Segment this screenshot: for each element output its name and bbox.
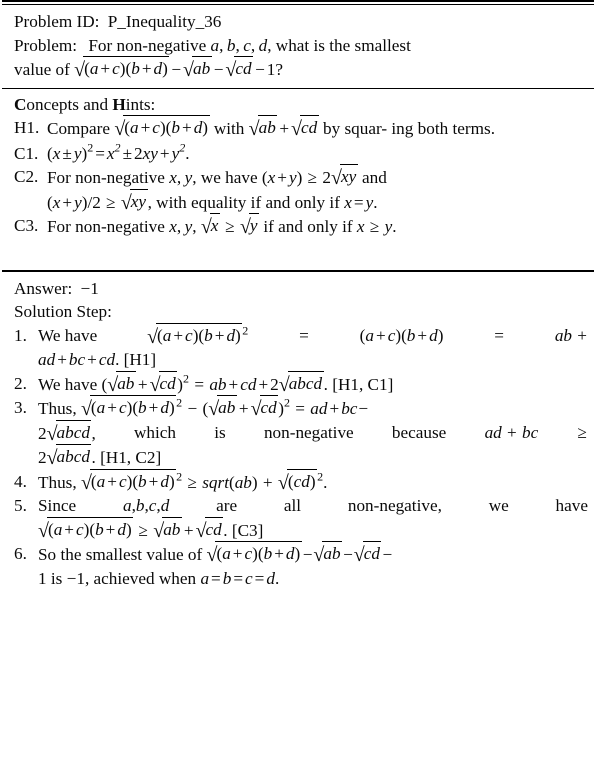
step-label-1: 1. (14, 325, 27, 345)
sqrt-xy: √xy (121, 188, 148, 215)
solution-step-1: 1. We have √(a + c)(b + d) 2 = (a + c)(b + d) = ab + a… (14, 322, 587, 369)
solution-step-2: 2. We have (√ab + √cd)2 = ab + cd +2√abcd. [H… (14, 370, 394, 397)
step-1-citation: [H1] (123, 350, 157, 369)
concept-label-c3: C3. (14, 216, 39, 235)
step-label-3: 3. (14, 398, 27, 417)
sqrt-cd: √cd (291, 115, 319, 141)
sqrt-cd: √cd (196, 516, 224, 543)
sqrt-ac-bd: √(a + c)(b + d) (38, 516, 134, 543)
table-gap (0, 239, 596, 270)
sqrt-abcd: √abcd (47, 444, 92, 470)
sqrt-ac-bd-sq: √(a + c)(b + d) (147, 322, 243, 349)
concept-label-c2: C2. (14, 167, 39, 186)
sqrt-ab: √ab (183, 56, 212, 82)
hint-label-h1: H1. (14, 118, 40, 137)
sqrt-cd: √cd (225, 56, 254, 82)
sqrt-cd: √cd (251, 395, 279, 421)
solution-step-5: 5. Since a,b,c,d are all non-negative, we have… (14, 496, 588, 543)
sqrt-y: √y (240, 213, 260, 239)
step-label-4: 4. (14, 471, 27, 491)
sqrt-ab: √ab (107, 370, 136, 397)
sqrt-x: √x (201, 213, 220, 239)
concept-label-c1: C1. (14, 143, 39, 163)
problem-block: Problem ID: P_Inequality_36 Problem: For… (0, 5, 596, 82)
problem-label: Problem: (14, 35, 78, 55)
answer-block: Answer: −1 Solution Step: 1. We have √(a +… (0, 272, 596, 591)
sqrt-ac-bd-sq: √(a + c)(b + d) (81, 468, 177, 495)
sqrt-abcd: √abcd (47, 419, 92, 446)
sqrt-cd-sq: √(cd) (278, 468, 318, 495)
step-label-2: 2. (14, 373, 27, 393)
sqrt-ac-bd-sq: √(a + c)(b + d) (81, 395, 177, 421)
sqrt-ab: √ab (153, 516, 182, 543)
step-label-6: 6. (14, 544, 27, 563)
concept-item-c1: C1. (x ± y)2 = x2 ±2xy + y2. (2, 141, 594, 166)
sqrt-cd: √cd (354, 541, 382, 567)
step-2-citation: [H1, C1] (332, 374, 394, 394)
step-label-5: 5. (14, 496, 27, 515)
concept-item-c3: C3. For non-negative x, y, √x ≥ √y if an… (2, 213, 594, 239)
step-3-citation: [H1, C2] (100, 448, 162, 467)
concepts-heading: Concepts and Hints: (14, 94, 156, 114)
sqrt-ac-bd: √(a + c)(b + d) (74, 56, 170, 82)
concepts-block: Concepts and Hints: H1. Compare √(a + c)(b… (0, 89, 596, 239)
sqrt-cd: √cd (150, 370, 178, 397)
solution-step-3: 3. Thus, √(a + c)(b + d) 2 − (√ab + √cd)2 = ad +… (14, 395, 587, 470)
sqrt-xy: √xy (331, 164, 358, 190)
problem-id-label: Problem ID: (14, 12, 100, 31)
problem-statement-line-2: value of √(a + c)(b + d) − √ab − √cd −1? (2, 56, 594, 82)
solution-heading: Solution Step: (14, 302, 112, 321)
hint-item-h1: H1. Compare √(a + c)(b + d) with √ab + √cd by … (2, 115, 594, 141)
answer-line: Answer: −1 (2, 277, 594, 301)
answer-label: Answer: (14, 278, 73, 298)
step-5-citation: [C3] (231, 520, 264, 540)
solution-step-6: 6. So the smallest value of √(a + c)(b + d) −… (2, 541, 594, 590)
answer-value: −1 (80, 278, 99, 298)
problem-id-line: Problem ID: P_Inequality_36 (2, 10, 594, 34)
sqrt-ab: √ab (249, 115, 278, 141)
concept-item-c2: C2. For non-negative x, y, we have (x + y)… (2, 164, 594, 215)
problem-statement-line-1: Problem: For non-negative a, b, c, d, wh… (14, 35, 411, 55)
sqrt-ac-bd: √(a + c)(b + d) (207, 541, 302, 567)
solution-step-4: 4. Thus, √(a + c)(b + d) 2 ≥ sqrt(ab) + √(cd)… (14, 468, 328, 495)
problem-id-value: P_Inequality_36 (107, 12, 222, 31)
sqrt-abcd: √abcd (279, 370, 324, 397)
sqrt-ac-bd: √(a + c)(b + d) (114, 115, 210, 141)
document-page: Problem ID: P_Inequality_36 Problem: For… (0, 0, 596, 770)
sqrt-ab: √ab (313, 541, 343, 567)
sqrt-ab: √ab (208, 395, 237, 421)
